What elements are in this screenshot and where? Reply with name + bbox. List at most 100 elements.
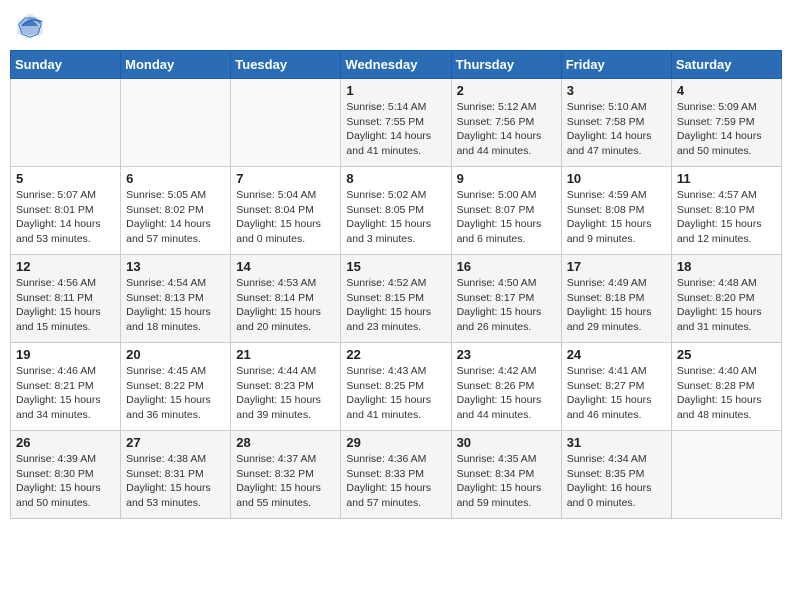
day-number: 29 [346, 435, 445, 450]
day-number: 31 [567, 435, 666, 450]
day-info: Sunrise: 4:44 AM Sunset: 8:23 PM Dayligh… [236, 364, 335, 423]
calendar-cell: 26 Sunrise: 4:39 AM Sunset: 8:30 PM Dayli… [11, 431, 121, 519]
calendar-cell: 21Sunrise: 4:44 AM Sunset: 8:23 PM Dayli… [231, 343, 341, 431]
day-info: Sunrise: 5:09 AM Sunset: 7:59 PM Dayligh… [677, 100, 776, 159]
day-info: Sunrise: 4:52 AM Sunset: 8:15 PM Dayligh… [346, 276, 445, 335]
page-header [10, 10, 782, 42]
day-number: 11 [677, 171, 776, 186]
day-number: 26 [16, 435, 115, 450]
day-number: 15 [346, 259, 445, 274]
calendar-week-row: 19 Sunrise: 4:46 AM Sunset: 8:21 PM Dayli… [11, 343, 782, 431]
day-number: 22 [346, 347, 445, 362]
calendar-cell [121, 79, 231, 167]
day-info: Sunrise: 4:56 AM Sunset: 8:11 PM Dayligh… [16, 276, 115, 335]
calendar-cell [671, 431, 781, 519]
day-info: Sunrise: 5:14 AM Sunset: 7:55 PM Dayligh… [346, 100, 445, 159]
day-info: Sunrise: 5:05 AM Sunset: 8:02 PM Dayligh… [126, 188, 225, 247]
calendar-cell: 11 Sunrise: 4:57 AM Sunset: 8:10 PM Dayli… [671, 167, 781, 255]
calendar-cell: 10Sunrise: 4:59 AM Sunset: 8:08 PM Dayli… [561, 167, 671, 255]
day-info: Sunrise: 5:07 AM Sunset: 8:01 PM Dayligh… [16, 188, 115, 247]
calendar-cell: 4 Sunrise: 5:09 AM Sunset: 7:59 PM Daylig… [671, 79, 781, 167]
day-info: Sunrise: 4:35 AM Sunset: 8:34 PM Dayligh… [457, 452, 556, 511]
calendar-cell: 28 Sunrise: 4:37 AM Sunset: 8:32 PM Dayli… [231, 431, 341, 519]
day-number: 7 [236, 171, 335, 186]
day-number: 2 [457, 83, 556, 98]
day-number: 23 [457, 347, 556, 362]
day-number: 18 [677, 259, 776, 274]
day-number: 16 [457, 259, 556, 274]
day-number: 6 [126, 171, 225, 186]
calendar-cell: 29 Sunrise: 4:36 AM Sunset: 8:33 PM Dayli… [341, 431, 451, 519]
calendar-cell: 17 Sunrise: 4:49 AM Sunset: 8:18 PM Dayli… [561, 255, 671, 343]
day-number: 20 [126, 347, 225, 362]
weekday-header-friday: Friday [561, 51, 671, 79]
day-info: Sunrise: 4:48 AM Sunset: 8:20 PM Dayligh… [677, 276, 776, 335]
calendar-cell: 20 Sunrise: 4:45 AM Sunset: 8:22 PM Dayli… [121, 343, 231, 431]
day-number: 25 [677, 347, 776, 362]
day-info: Sunrise: 5:00 AM Sunset: 8:07 PM Dayligh… [457, 188, 556, 247]
calendar-cell: 12 Sunrise: 4:56 AM Sunset: 8:11 PM Dayli… [11, 255, 121, 343]
day-info: Sunrise: 4:57 AM Sunset: 8:10 PM Dayligh… [677, 188, 776, 247]
day-number: 19 [16, 347, 115, 362]
calendar-week-row: 26 Sunrise: 4:39 AM Sunset: 8:30 PM Dayli… [11, 431, 782, 519]
day-info: Sunrise: 4:39 AM Sunset: 8:30 PM Dayligh… [16, 452, 115, 511]
day-info: Sunrise: 4:49 AM Sunset: 8:18 PM Dayligh… [567, 276, 666, 335]
weekday-header-thursday: Thursday [451, 51, 561, 79]
day-info: Sunrise: 4:41 AM Sunset: 8:27 PM Dayligh… [567, 364, 666, 423]
day-number: 30 [457, 435, 556, 450]
day-number: 27 [126, 435, 225, 450]
day-number: 28 [236, 435, 335, 450]
calendar-cell [11, 79, 121, 167]
calendar-cell: 8 Sunrise: 5:02 AM Sunset: 8:05 PM Daylig… [341, 167, 451, 255]
day-info: Sunrise: 4:45 AM Sunset: 8:22 PM Dayligh… [126, 364, 225, 423]
day-info: Sunrise: 4:38 AM Sunset: 8:31 PM Dayligh… [126, 452, 225, 511]
day-info: Sunrise: 5:02 AM Sunset: 8:05 PM Dayligh… [346, 188, 445, 247]
calendar-week-row: 5Sunrise: 5:07 AM Sunset: 8:01 PM Daylig… [11, 167, 782, 255]
calendar-cell [231, 79, 341, 167]
day-number: 4 [677, 83, 776, 98]
day-number: 3 [567, 83, 666, 98]
day-number: 12 [16, 259, 115, 274]
day-info: Sunrise: 4:46 AM Sunset: 8:21 PM Dayligh… [16, 364, 115, 423]
weekday-header-monday: Monday [121, 51, 231, 79]
day-info: Sunrise: 5:10 AM Sunset: 7:58 PM Dayligh… [567, 100, 666, 159]
calendar-cell: 14 Sunrise: 4:53 AM Sunset: 8:14 PM Dayli… [231, 255, 341, 343]
day-info: Sunrise: 4:43 AM Sunset: 8:25 PM Dayligh… [346, 364, 445, 423]
calendar-cell: 18 Sunrise: 4:48 AM Sunset: 8:20 PM Dayli… [671, 255, 781, 343]
day-number: 9 [457, 171, 556, 186]
day-number: 17 [567, 259, 666, 274]
calendar-cell: 15 Sunrise: 4:52 AM Sunset: 8:15 PM Dayli… [341, 255, 451, 343]
calendar-cell: 30 Sunrise: 4:35 AM Sunset: 8:34 PM Dayli… [451, 431, 561, 519]
day-info: Sunrise: 4:53 AM Sunset: 8:14 PM Dayligh… [236, 276, 335, 335]
day-number: 1 [346, 83, 445, 98]
day-info: Sunrise: 4:40 AM Sunset: 8:28 PM Dayligh… [677, 364, 776, 423]
calendar-week-row: 1 Sunrise: 5:14 AM Sunset: 7:55 PM Daylig… [11, 79, 782, 167]
day-info: Sunrise: 4:34 AM Sunset: 8:35 PM Dayligh… [567, 452, 666, 511]
day-number: 24 [567, 347, 666, 362]
calendar-cell: 16 Sunrise: 4:50 AM Sunset: 8:17 PM Dayli… [451, 255, 561, 343]
calendar-cell: 2 Sunrise: 5:12 AM Sunset: 7:56 PM Daylig… [451, 79, 561, 167]
logo-icon [14, 10, 46, 42]
day-info: Sunrise: 4:50 AM Sunset: 8:17 PM Dayligh… [457, 276, 556, 335]
day-info: Sunrise: 5:04 AM Sunset: 8:04 PM Dayligh… [236, 188, 335, 247]
day-info: Sunrise: 4:37 AM Sunset: 8:32 PM Dayligh… [236, 452, 335, 511]
calendar-cell: 6 Sunrise: 5:05 AM Sunset: 8:02 PM Daylig… [121, 167, 231, 255]
calendar-cell: 1 Sunrise: 5:14 AM Sunset: 7:55 PM Daylig… [341, 79, 451, 167]
weekday-header-row: SundayMondayTuesdayWednesdayThursdayFrid… [11, 51, 782, 79]
weekday-header-saturday: Saturday [671, 51, 781, 79]
calendar-cell: 23Sunrise: 4:42 AM Sunset: 8:26 PM Dayli… [451, 343, 561, 431]
calendar-week-row: 12 Sunrise: 4:56 AM Sunset: 8:11 PM Dayli… [11, 255, 782, 343]
day-number: 10 [567, 171, 666, 186]
calendar-cell: 24 Sunrise: 4:41 AM Sunset: 8:27 PM Dayli… [561, 343, 671, 431]
logo [14, 10, 50, 42]
calendar-cell: 5Sunrise: 5:07 AM Sunset: 8:01 PM Daylig… [11, 167, 121, 255]
calendar-cell: 31 Sunrise: 4:34 AM Sunset: 8:35 PM Dayli… [561, 431, 671, 519]
day-number: 14 [236, 259, 335, 274]
weekday-header-tuesday: Tuesday [231, 51, 341, 79]
day-info: Sunrise: 4:36 AM Sunset: 8:33 PM Dayligh… [346, 452, 445, 511]
calendar-cell: 7 Sunrise: 5:04 AM Sunset: 8:04 PM Daylig… [231, 167, 341, 255]
weekday-header-sunday: Sunday [11, 51, 121, 79]
calendar-cell: 3 Sunrise: 5:10 AM Sunset: 7:58 PM Daylig… [561, 79, 671, 167]
day-number: 8 [346, 171, 445, 186]
day-info: Sunrise: 5:12 AM Sunset: 7:56 PM Dayligh… [457, 100, 556, 159]
